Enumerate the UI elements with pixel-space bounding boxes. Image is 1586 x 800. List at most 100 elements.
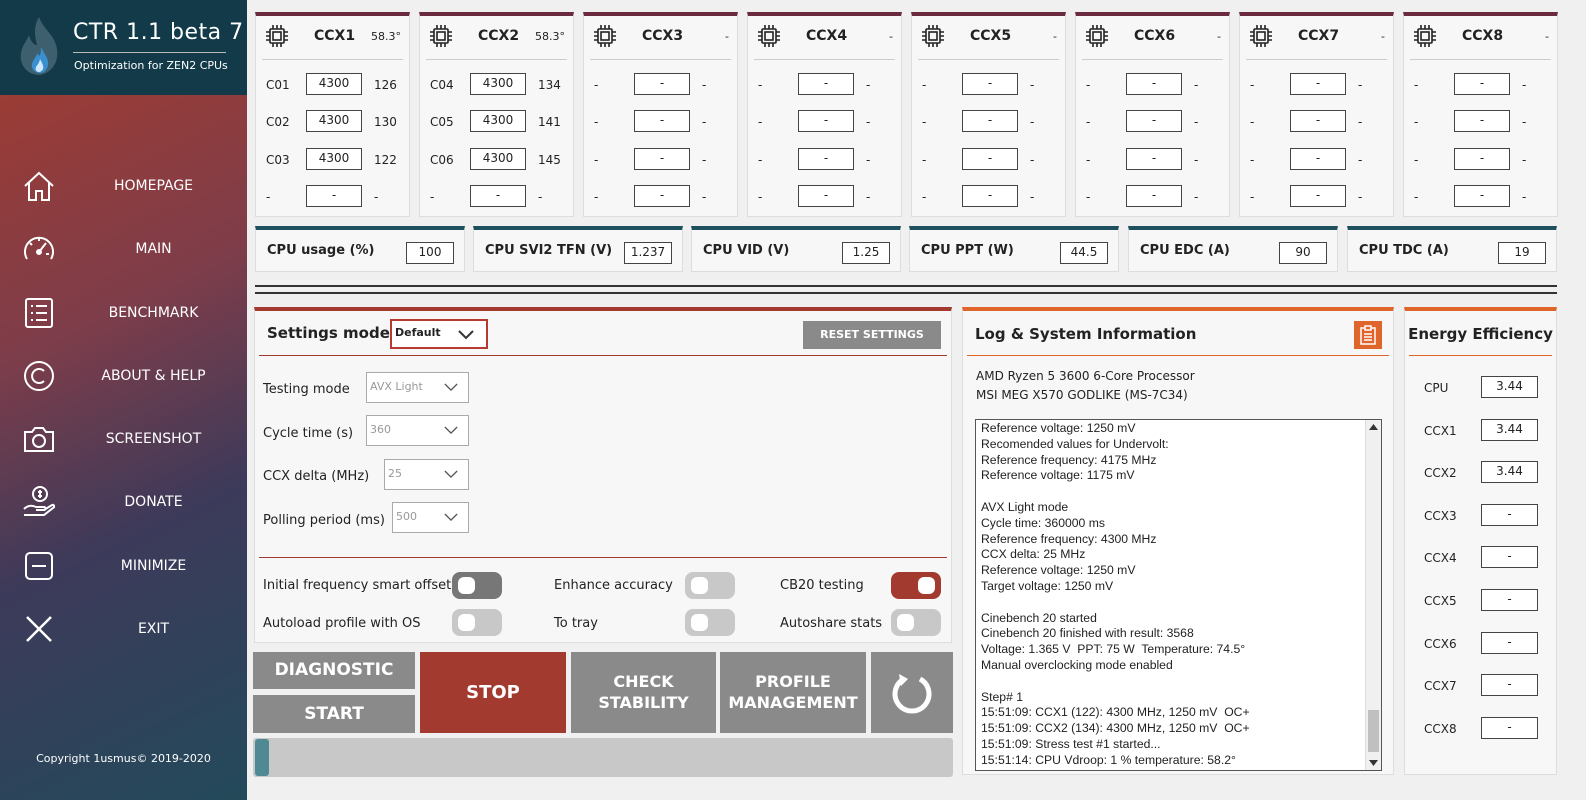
nav-screenshot[interactable]: SCREENSHOT [0,408,247,471]
core-value: - [1522,153,1527,167]
core-row: --- [1076,148,1229,172]
diagnostic-button[interactable]: DIAGNOSTIC [253,652,415,689]
energy-row-value: 3.44 [1481,418,1538,441]
ccx-panel-4: CCX4- - - - - - - - - - - - - [747,12,902,217]
stat-card: CPU SVI2 TFN (V) 1.237 [473,226,683,272]
core-frequency-input[interactable]: - [1290,110,1346,132]
profile-management-button[interactable]: PROFILE MANAGEMENT [720,652,866,733]
toggle-knob [458,577,475,594]
core-name: - [758,115,763,129]
stat-label: CPU EDC (A) [1140,243,1230,258]
chevron-down-icon [458,330,474,340]
core-frequency-input[interactable]: - [798,148,854,170]
autoload-profile-toggle[interactable] [452,609,502,636]
core-frequency-input[interactable]: - [798,110,854,132]
ccx-header: CCX1 58.3° [256,16,409,58]
core-frequency-input[interactable]: - [634,148,690,170]
core-frequency-input[interactable]: 4300 [306,73,362,95]
check-stability-button[interactable]: CHECK STABILITY [571,652,716,733]
core-frequency-input[interactable]: - [1454,73,1510,95]
core-row: --- [584,73,737,97]
log-scrollbar[interactable] [1365,420,1381,770]
core-frequency-input[interactable]: - [1454,148,1510,170]
to-tray-label: To tray [554,616,598,631]
core-frequency-input[interactable]: - [962,185,1018,207]
polling-period-value: 500 [396,510,417,523]
ccx-temperature: 58.3° [371,30,401,43]
core-frequency-input[interactable]: - [1290,148,1346,170]
core-frequency-input[interactable]: - [1290,73,1346,95]
ccx-delta-select[interactable]: 25 [384,459,469,490]
nav-donate[interactable]: DONATE [0,471,247,534]
nav-exit[interactable]: EXIT [0,598,247,661]
core-frequency-input[interactable]: 4300 [306,148,362,170]
copy-log-button[interactable] [1354,321,1382,349]
nav-main[interactable]: MAIN [0,218,247,281]
core-row: --- [748,73,901,97]
polling-period-select[interactable]: 500 [392,502,469,533]
core-frequency-input[interactable]: - [962,148,1018,170]
core-frequency-input[interactable]: - [1126,110,1182,132]
core-frequency-input[interactable]: - [1126,185,1182,207]
cycle-time-select[interactable]: 360 [366,415,469,446]
core-frequency-input[interactable]: - [1454,110,1510,132]
core-name: - [1086,115,1091,129]
ccx-temperature: - [1381,30,1385,43]
core-value: - [702,153,707,167]
core-row: --- [1404,73,1557,97]
nav-label: MAIN [135,241,172,258]
core-frequency-input[interactable]: - [1126,73,1182,95]
core-row: --- [1404,148,1557,172]
refresh-button[interactable] [871,652,953,733]
core-name: - [922,115,927,129]
ccx-panel-8: CCX8- - - - - - - - - - - - - [1403,12,1558,217]
log-textbox[interactable]: Reference voltage: 1250 mV Recomended va… [975,419,1382,771]
settings-mode-select[interactable]: Default [390,319,488,349]
enhance-accuracy-toggle[interactable] [685,572,735,599]
to-tray-toggle[interactable] [685,609,735,636]
stop-button[interactable]: STOP [420,652,566,733]
start-button[interactable]: START [253,695,415,733]
core-frequency-input[interactable]: - [634,185,690,207]
core-frequency-input[interactable]: - [798,73,854,95]
autoshare-stats-toggle[interactable] [891,609,941,636]
ccx-header: CCX2 58.3° [420,16,573,58]
core-frequency-input[interactable]: - [1454,185,1510,207]
core-row: --- [1404,110,1557,134]
core-frequency-input[interactable]: - [634,73,690,95]
nav-benchmark[interactable]: BENCHMARK [0,282,247,345]
check-stability-line2: STABILITY [598,693,689,712]
energy-row-name: CCX8 [1424,721,1457,736]
scroll-thumb[interactable] [1368,710,1379,752]
ccx-header: CCX4 - [748,16,901,58]
initial-frequency-toggle[interactable] [452,572,502,599]
core-frequency-input[interactable]: - [1290,185,1346,207]
scroll-up-icon[interactable] [1369,424,1378,430]
core-frequency-input[interactable]: - [1126,148,1182,170]
core-frequency-input[interactable]: - [306,185,362,207]
scroll-down-icon[interactable] [1369,760,1378,766]
copyright-icon [24,360,54,391]
nav-homepage[interactable]: HOMEPAGE [0,155,247,218]
core-row: C03 4300 122 [256,148,409,172]
core-frequency-input[interactable]: - [962,73,1018,95]
settings-divider [259,557,947,558]
divider-line [255,292,1557,294]
nav-about-help[interactable]: ABOUT & HELP [0,345,247,408]
core-frequency-input[interactable]: - [798,185,854,207]
toggle-knob [691,577,708,594]
testing-mode-select[interactable]: AVX Light [366,372,469,403]
energy-divider [1409,355,1552,356]
core-frequency-input[interactable]: 4300 [306,110,362,132]
nav-minimize[interactable]: MINIMIZE [0,535,247,598]
core-frequency-input[interactable]: 4300 [470,73,526,95]
reset-settings-button[interactable]: RESET SETTINGS [803,321,941,349]
core-frequency-input[interactable]: - [634,110,690,132]
toggle-knob [691,614,708,631]
core-frequency-input[interactable]: - [962,110,1018,132]
core-frequency-input[interactable]: - [470,185,526,207]
core-frequency-input[interactable]: 4300 [470,110,526,132]
core-frequency-input[interactable]: 4300 [470,148,526,170]
ccx-temperature: - [1217,30,1221,43]
cb20-testing-toggle[interactable] [891,572,941,599]
